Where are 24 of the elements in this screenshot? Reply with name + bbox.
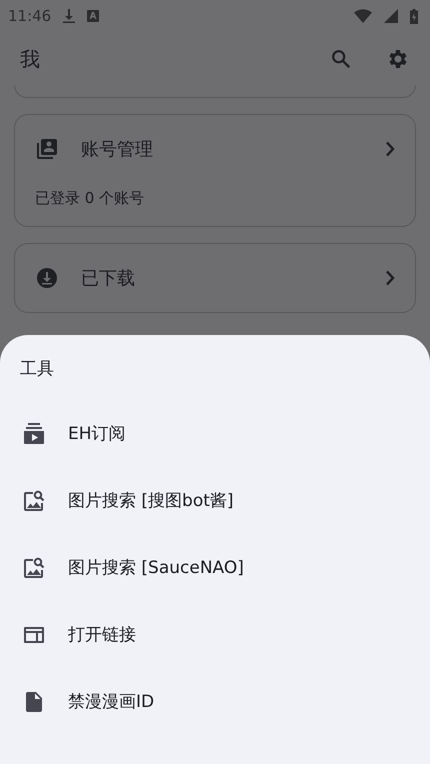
signal-icon (384, 9, 398, 23)
chevron-right-icon (385, 270, 395, 286)
wifi-icon (354, 9, 372, 23)
tool-item[interactable]: 图片搜索 [搜图bot酱] (0, 467, 430, 534)
chevron-right-icon (385, 141, 395, 157)
card-subtitle: 已登录 0 个账号 (35, 189, 146, 208)
contacts-icon (35, 137, 59, 161)
keyboard-icon (87, 10, 100, 22)
card-title: 账号管理 (81, 138, 154, 161)
tool-item[interactable]: 禁漫漫画ID (0, 668, 430, 735)
status-time: 11:46 (8, 7, 52, 25)
image-search-icon (22, 488, 46, 512)
sheet-title: 工具 (20, 358, 55, 380)
subscription-icon (22, 422, 46, 446)
battery-icon (410, 8, 418, 24)
search-icon (330, 48, 352, 70)
tool-item[interactable]: EH订阅 (0, 400, 430, 467)
tool-item[interactable]: 图片搜索 [SauceNAO] (0, 534, 430, 601)
card-title: 已下载 (81, 267, 136, 290)
tool-item[interactable]: 打开链接 (0, 601, 430, 668)
download-icon (63, 9, 76, 23)
download-icon (35, 266, 59, 290)
page-title: 我 (20, 46, 41, 72)
image-search-icon (22, 556, 46, 580)
